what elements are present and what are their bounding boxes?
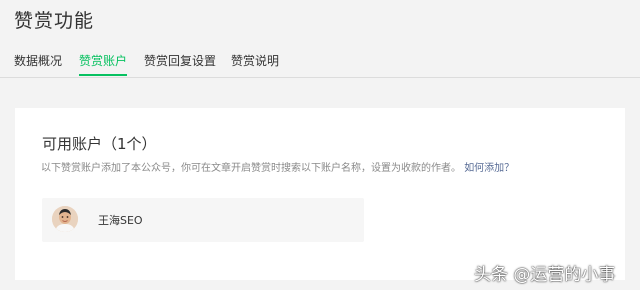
tab-reward-instructions[interactable]: 赞赏说明 bbox=[231, 52, 279, 76]
section-title: 可用账户（1个） bbox=[42, 135, 157, 153]
how-to-add-link[interactable]: 如何添加？ bbox=[464, 163, 514, 174]
tab-reward-reply-settings[interactable]: 赞赏回复设置 bbox=[144, 52, 216, 76]
user-avatar-icon bbox=[52, 206, 78, 232]
description-text: 以下赞赏账户添加了本公众号，你可在文章开启赞赏时搜索以下账户名称，设置为收款的作… bbox=[41, 163, 461, 174]
account-name: 王海SEO bbox=[98, 214, 143, 227]
tab-reward-accounts[interactable]: 赞赏账户 bbox=[79, 52, 128, 76]
section-description: 以下赞赏账户添加了本公众号，你可在文章开启赞赏时搜索以下账户名称，设置为收款的作… bbox=[41, 159, 514, 174]
accounts-card: 可用账户（1个） 以下赞赏账户添加了本公众号，你可在文章开启赞赏时搜索以下账户名… bbox=[15, 108, 625, 280]
tab-data-overview[interactable]: 数据概况 bbox=[14, 52, 62, 76]
page-title: 赞赏功能 bbox=[14, 10, 95, 32]
watermark-text: 头条 @运营的小事 bbox=[474, 265, 616, 285]
account-item[interactable]: 王海SEO bbox=[42, 198, 364, 242]
tab-bar: 数据概况 赞赏账户 赞赏回复设置 赞赏说明 bbox=[0, 52, 640, 78]
